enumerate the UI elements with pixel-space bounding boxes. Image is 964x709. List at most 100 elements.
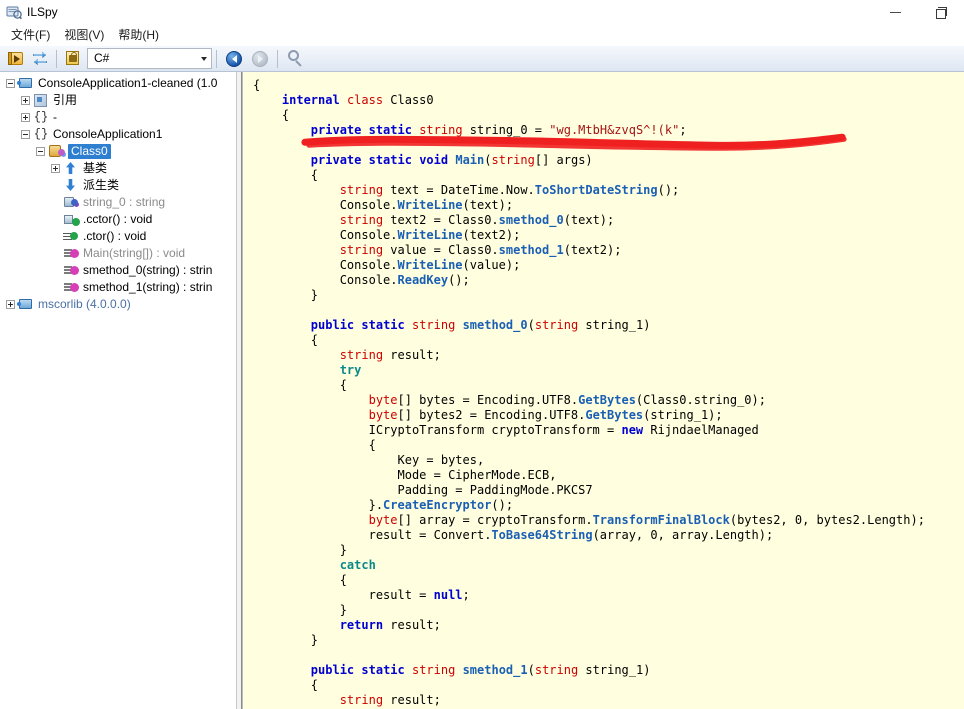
code-line: return result;	[253, 618, 964, 633]
code-token: (Class0.string_0);	[635, 393, 766, 407]
menu-item-file[interactable]: 文件(F)	[7, 25, 60, 45]
language-select-value: C#	[94, 51, 110, 65]
tree-node-method-smethod-0[interactable]: smethod_0(string) : strin	[0, 262, 236, 279]
namespace-icon: {}	[33, 110, 49, 124]
code-token: [] bytes2 = Encoding.UTF8.	[397, 408, 586, 422]
tree-node-derived-types[interactable]: 派生类	[0, 177, 236, 194]
code-token: string_0 =	[462, 123, 550, 137]
code-token: smethod_0	[498, 213, 564, 227]
code-token: static	[368, 153, 412, 167]
tree-node-namespace-global[interactable]: {} -	[0, 109, 236, 126]
code-token: {	[253, 573, 347, 587]
expand-icon[interactable]	[51, 164, 60, 173]
code-token: smethod_1	[462, 663, 528, 677]
code-token: string	[339, 183, 384, 197]
expand-icon[interactable]	[21, 113, 30, 122]
code-token: TransformFinalBlock	[592, 513, 730, 527]
code-token: WriteLine	[397, 228, 463, 242]
field-icon	[63, 195, 79, 210]
code-token: (text2);	[563, 243, 622, 257]
code-token: }	[253, 543, 347, 557]
namespace-icon: {}	[33, 127, 49, 141]
restore-button[interactable]	[918, 0, 964, 24]
code-token: result;	[383, 618, 441, 632]
code-token: internal	[281, 93, 340, 107]
code-token: {	[253, 333, 319, 347]
code-token: ToShortDateString	[534, 183, 658, 197]
code-token: (value);	[462, 258, 521, 272]
language-select[interactable]: C#	[87, 48, 212, 69]
forward-button[interactable]	[247, 48, 273, 70]
code-token: (text);	[462, 198, 514, 212]
code-token: ;	[462, 588, 470, 602]
code-line: string text2 = Class0.smethod_0(text);	[253, 213, 964, 228]
code-token: return	[339, 618, 384, 632]
tree-node-label: mscorlib (4.0.0.0)	[38, 297, 131, 311]
code-editor[interactable]: { internal class Class0 { private static…	[242, 72, 964, 709]
tree-node-field-string-0[interactable]: string_0 : string	[0, 194, 236, 211]
tree-node-label: ConsoleApplication1	[53, 127, 163, 141]
collapse-icon[interactable]	[36, 147, 45, 156]
code-token: string	[411, 663, 456, 677]
tree-node-method-smethod-1[interactable]: smethod_1(string) : strin	[0, 279, 236, 296]
menu-item-help[interactable]: 帮助(H)	[114, 25, 169, 45]
code-line: string result;	[253, 693, 964, 708]
code-token: smethod_1	[498, 243, 564, 257]
save-code-button[interactable]	[61, 48, 85, 70]
expand-icon[interactable]	[6, 300, 15, 309]
code-token: string	[534, 663, 579, 677]
code-token: (bytes2, 0, bytes2.Length);	[729, 513, 925, 527]
code-line: {	[253, 573, 964, 588]
code-token: }	[253, 633, 319, 647]
code-token: }	[253, 603, 347, 617]
code-line: Mode = CipherMode.ECB,	[253, 468, 964, 483]
code-token: CreateEncryptor	[383, 498, 492, 512]
collapse-icon[interactable]	[6, 79, 15, 88]
code-token: Class0	[383, 93, 434, 107]
tree-node-assembly-mscorlib[interactable]: mscorlib (4.0.0.0)	[0, 296, 236, 313]
code-token: string	[491, 153, 535, 167]
code-token: try	[339, 363, 362, 377]
method-icon	[63, 246, 79, 261]
chevron-down-icon	[197, 56, 211, 61]
refresh-button[interactable]	[28, 48, 52, 70]
collapse-icon[interactable]	[21, 130, 30, 139]
code-token: GetBytes	[585, 408, 644, 422]
tree-node-namespace-consoleapplication1[interactable]: {} ConsoleApplication1	[0, 126, 236, 143]
code-line: Console.ReadKey();	[253, 273, 964, 288]
tree-node-method-cctor[interactable]: .cctor() : void	[0, 211, 236, 228]
code-token: {	[253, 438, 376, 452]
tree-node-label: Main(string[]) : void	[83, 246, 186, 260]
tree-node-class-class0[interactable]: Class0	[0, 143, 236, 160]
search-button[interactable]	[282, 48, 308, 70]
restore-icon	[936, 7, 947, 19]
menu-bar: 文件(F) 视图(V) 帮助(H)	[0, 24, 964, 46]
back-button[interactable]	[221, 48, 247, 70]
method-icon	[63, 263, 79, 278]
code-line: {	[253, 438, 964, 453]
code-line: Console.WriteLine(text);	[253, 198, 964, 213]
minimize-button[interactable]	[872, 0, 918, 24]
tree-node-base-types[interactable]: 基类	[0, 160, 236, 177]
open-assembly-button[interactable]	[4, 48, 28, 70]
tree-node-references[interactable]: 引用	[0, 92, 236, 109]
tree-node-label: string_0 : string	[83, 195, 166, 209]
expand-icon[interactable]	[21, 96, 30, 105]
tree-node-assembly-root[interactable]: ConsoleApplication1-cleaned (1.0	[0, 75, 236, 92]
menu-item-view[interactable]: 视图(V)	[60, 25, 114, 45]
assembly-tree[interactable]: ConsoleApplication1-cleaned (1.0 引用 {} -{} C…	[0, 72, 236, 709]
tree-node-method-main[interactable]: Main(string[]) : void	[0, 245, 236, 262]
code-line: string result;	[253, 348, 964, 363]
code-line: ICryptoTransform cryptoTransform = new R…	[253, 423, 964, 438]
tree-node-method-ctor[interactable]: .ctor() : void	[0, 228, 236, 245]
